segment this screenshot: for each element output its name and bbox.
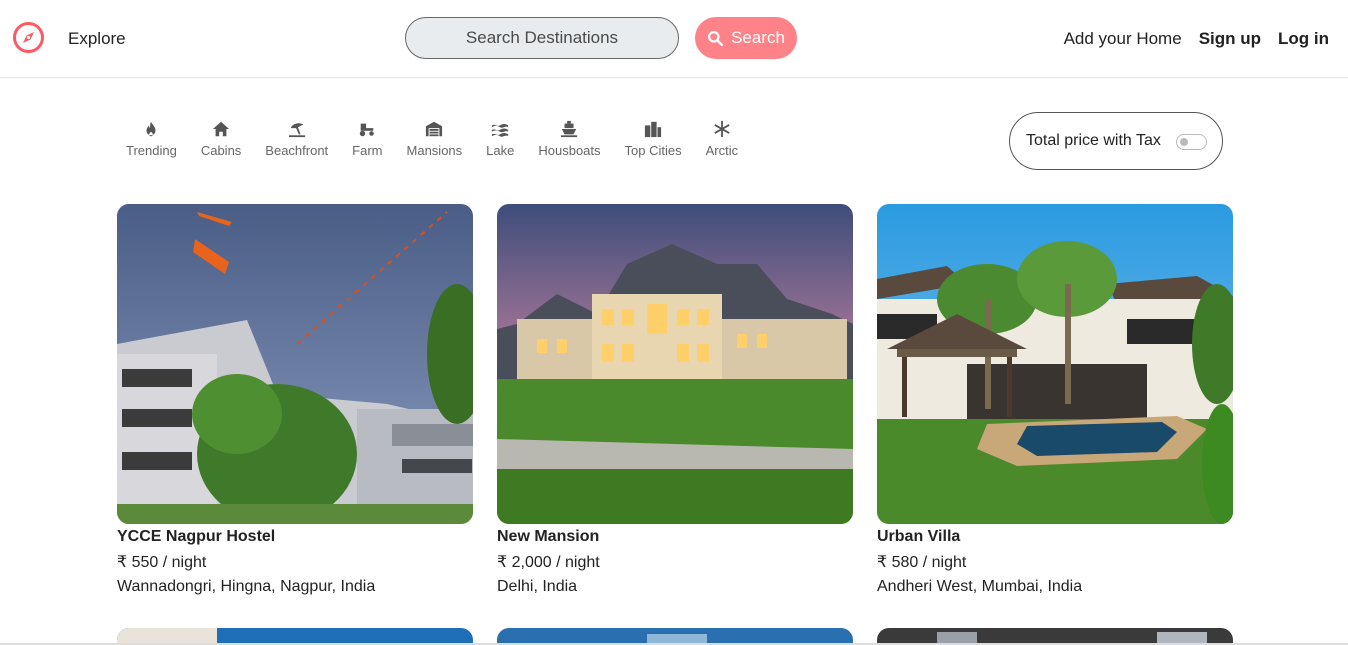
filter-label: Trending	[126, 143, 177, 158]
search-button-label: Search	[731, 28, 785, 47]
tax-toggle-box: Total price with Tax	[1009, 112, 1223, 170]
filter-label: Arctic	[705, 143, 739, 158]
umbrella-beach-icon	[288, 120, 306, 138]
listing-location: Wannadongri, Hingna, Nagpur, India	[117, 578, 376, 595]
search-icon	[708, 30, 724, 46]
search-input[interactable]	[405, 17, 679, 59]
city-icon	[644, 120, 662, 138]
listing-image[interactable]	[877, 204, 1233, 524]
explore-link[interactable]: Explore	[68, 29, 126, 49]
filter-mansions[interactable]: Mansions	[395, 120, 475, 158]
filter-trending[interactable]: Trending	[114, 120, 189, 158]
filter-houseboats[interactable]: Housboats	[526, 120, 612, 158]
filter-label: Housboats	[538, 143, 601, 158]
filter-cabins[interactable]: Cabins	[189, 120, 253, 158]
filter-beachfront[interactable]: Beachfront	[253, 120, 340, 158]
filter-label: Mansions	[406, 143, 463, 158]
filter-label: Beachfront	[265, 143, 329, 158]
compass-logo-icon[interactable]	[12, 21, 45, 54]
add-home-link[interactable]: Add your Home	[1064, 29, 1182, 49]
ship-icon	[560, 120, 578, 138]
listing-location: Andheri West, Mumbai, India	[877, 578, 1083, 595]
warehouse-icon	[425, 120, 443, 138]
filter-top-cities[interactable]: Top Cities	[613, 120, 694, 158]
listing-card[interactable]: YCCE Nagpur Hostel ₹ 550 / night Wannado…	[117, 204, 473, 596]
listing-title: New Mansion	[497, 528, 600, 545]
tax-toggle-switch[interactable]	[1176, 134, 1207, 150]
filter-label: Farm	[352, 143, 383, 158]
filter-lake[interactable]: Lake	[474, 120, 526, 158]
search-button[interactable]: Search	[695, 17, 797, 59]
listing-location: Delhi, India	[497, 578, 578, 595]
listing-card[interactable]: New Mansion ₹ 2,000 / night Delhi, India	[497, 204, 853, 596]
listing-title: Urban Villa	[877, 528, 961, 545]
tax-toggle-label: Total price with Tax	[1026, 132, 1161, 149]
fire-icon	[142, 120, 160, 138]
filter-label: Lake	[486, 143, 515, 158]
filter-label: Top Cities	[624, 143, 682, 158]
login-link[interactable]: Log in	[1278, 29, 1329, 49]
listing-card[interactable]: Urban Villa ₹ 580 / night Andheri West, …	[877, 204, 1233, 596]
filter-arctic[interactable]: Arctic	[694, 120, 751, 158]
filter-label: Cabins	[200, 143, 242, 158]
snowflake-icon	[713, 120, 731, 138]
listing-price: ₹ 2,000 / night	[497, 554, 600, 571]
signup-link[interactable]: Sign up	[1199, 29, 1261, 49]
listing-title: YCCE Nagpur Hostel	[117, 528, 276, 545]
navbar: Explore Search Add your Home Sign up Log…	[0, 0, 1348, 78]
listing-image[interactable]	[497, 204, 853, 524]
listing-price: ₹ 580 / night	[877, 554, 967, 571]
nav-right: Add your Home Sign up Log in	[1064, 29, 1329, 49]
tractor-icon	[358, 120, 376, 138]
water-icon	[491, 120, 509, 138]
filter-bar: Trending Cabins Beachfront Farm Mansions…	[114, 120, 750, 158]
home-icon	[212, 120, 230, 138]
listing-image[interactable]	[117, 204, 473, 524]
listing-price: ₹ 550 / night	[117, 554, 207, 571]
filter-farm[interactable]: Farm	[340, 120, 394, 158]
